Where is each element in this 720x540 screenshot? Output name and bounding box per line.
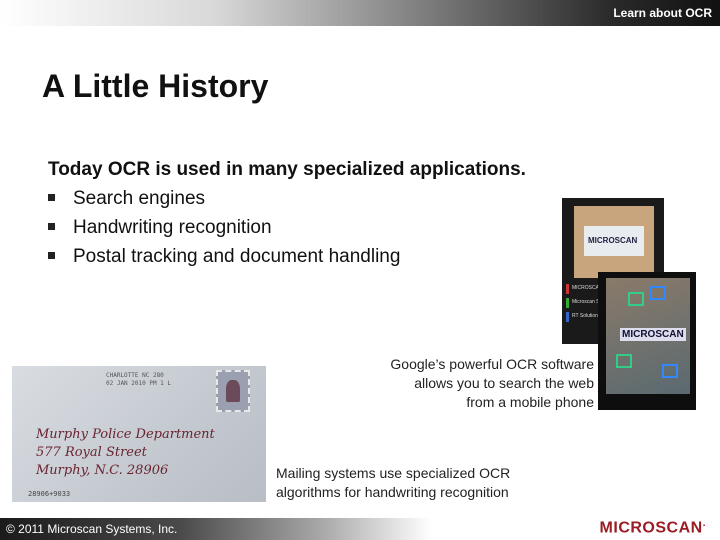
postmark: CHARLOTTE NC 280 02 JAN 2010 PM 1 L [106, 372, 172, 387]
mailing-caption: Mailing systems use specialized OCR algo… [276, 465, 511, 500]
bullet-list: Search engines Handwriting recognition P… [48, 184, 526, 271]
phone-ocr-view: MICROSCAN [606, 278, 690, 394]
bullet-item: Handwriting recognition [48, 213, 526, 242]
copyright: © 2011 Microscan Systems, Inc. [6, 522, 178, 536]
microscan-logo: MICROSCAN. [599, 517, 706, 536]
phone-camera-view: MICROSCAN [574, 206, 654, 278]
section-title: Learn about OCR [613, 6, 712, 20]
google-caption: Google’s powerful OCR software allows yo… [390, 356, 594, 410]
header-bar: Learn about OCR [0, 0, 720, 26]
bullet-item: Postal tracking and document handling [48, 242, 526, 271]
slide-title: A Little History [42, 68, 269, 104]
handwritten-address: Murphy Police Department 577 Royal Stree… [36, 427, 215, 478]
slide-body: Today OCR is used in many specialized ap… [48, 155, 526, 271]
ocr-box [662, 364, 678, 378]
stamp-icon [216, 370, 250, 412]
square-bullet-icon [48, 223, 55, 230]
ocr-box [650, 286, 666, 300]
barcode-text: 28906+9033 [28, 490, 71, 498]
ocr-box [628, 292, 644, 306]
envelope-image: CHARLOTTE NC 280 02 JAN 2010 PM 1 L Murp… [12, 366, 266, 502]
square-bullet-icon [48, 252, 55, 259]
bullet-item: Search engines [48, 184, 526, 213]
lead-text: Today OCR is used in many specialized ap… [48, 159, 526, 180]
square-bullet-icon [48, 194, 55, 201]
ocr-box [616, 354, 632, 368]
phone-image-2: MICROSCAN [598, 272, 696, 410]
